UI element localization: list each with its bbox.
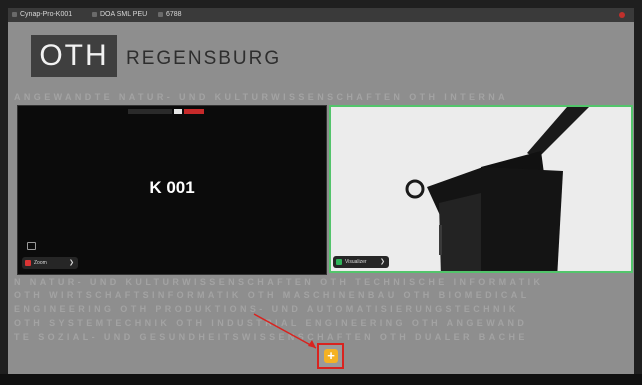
visualizer-source-icon [336,258,342,265]
camera-feed [331,107,631,271]
status-bar: Cynap-Pro-K001 DOA SML PEU 6788 [8,8,634,22]
logo-wordmark: REGENSBURG [126,48,282,69]
device-icon [12,11,17,17]
chevron-right-icon: ❯ [68,260,74,266]
share-icon[interactable] [27,242,36,250]
plus-icon: + [327,348,335,363]
display-screen: Cynap-Pro-K001 DOA SML PEU 6788 OTH REGE… [8,8,634,374]
zoom-source-icon [25,259,31,266]
monitor-frame: Cynap-Pro-K001 DOA SML PEU 6788 OTH REGE… [0,0,642,385]
record-icon[interactable] [619,12,625,18]
source-chip-zoom[interactable]: Zoom ❯ [22,257,78,269]
background-text-line: OTH WIRTSCHAFTSINFORMATIK OTH MASCHINENB… [14,290,530,300]
add-source-button[interactable]: + [324,349,338,363]
window-tile-zoom[interactable]: K 001 Zoom ❯ [17,105,327,275]
tile-control-strip [128,109,218,114]
add-source-highlight: + [317,343,344,369]
room-label: K 001 [149,178,195,197]
pin-code: 6788 [158,8,182,22]
chevron-right-icon: ❯ [379,259,385,265]
session-name: DOA SML PEU [92,8,147,22]
background-text-line: N NATUR- UND KULTURWISSENSCHAFTEN OTH TE… [14,277,544,287]
background-text-line: ANGEWANDTE NATUR- UND KULTURWISSENSCHAFT… [14,92,509,102]
link-icon [92,11,97,17]
monitor-bezel-bottom [0,374,642,385]
lock-icon [158,11,163,17]
annotation-arrow [253,313,317,349]
source-chip-visualizer[interactable]: Visualizer ❯ [333,256,389,268]
oth-logo: OTH [31,35,117,77]
device-name: Cynap-Pro-K001 [12,8,72,22]
window-tile-visualizer[interactable]: Visualizer ❯ [329,105,633,273]
